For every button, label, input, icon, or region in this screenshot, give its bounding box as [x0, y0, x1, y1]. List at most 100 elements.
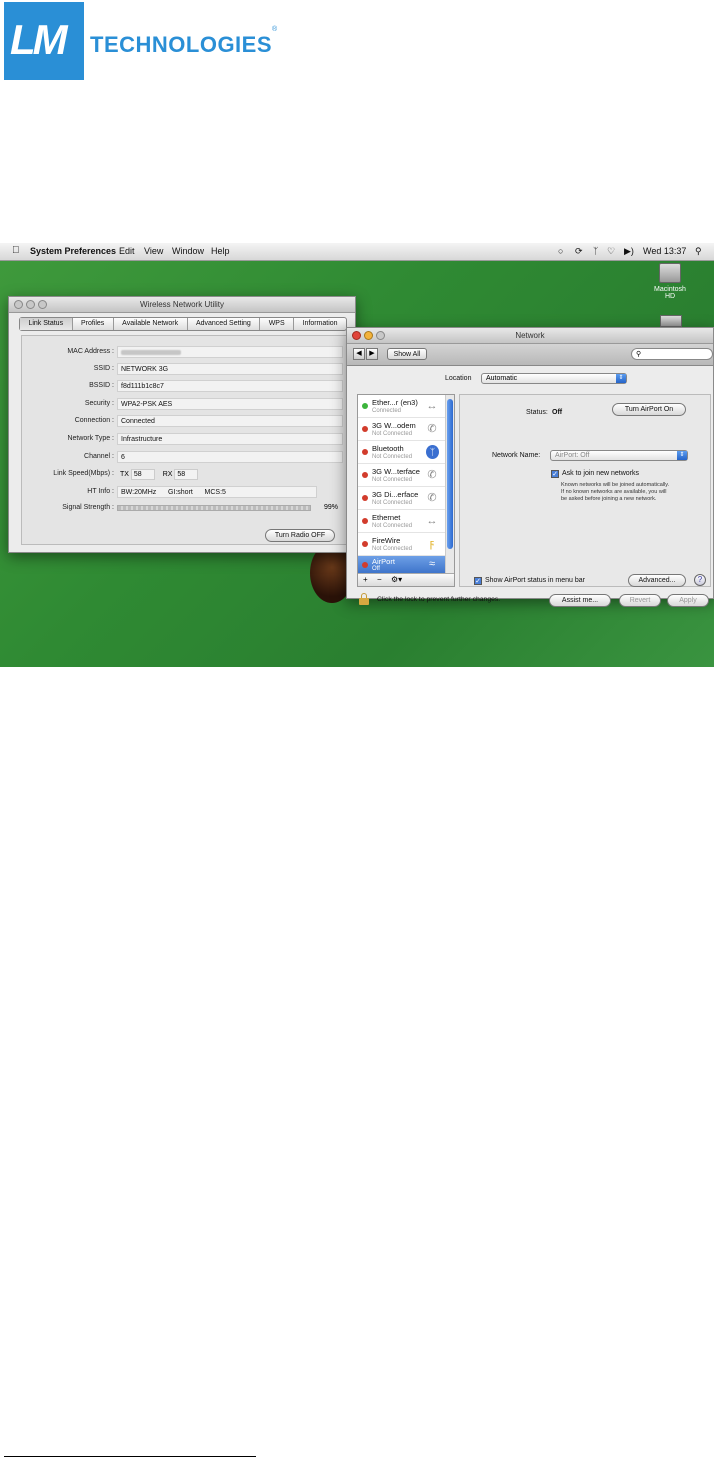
bssid-value: f8d111b1c8c7 [117, 380, 343, 392]
ask-join-note-line-3: be asked before joining a new network. [561, 496, 657, 502]
service-name: 3G Di...erface [372, 490, 419, 499]
zoom-button[interactable] [38, 300, 47, 309]
ethernet-arrows-icon: ↔ [426, 400, 438, 412]
service-list: Ether...r (en3) Connected ↔ 3G W...odem … [357, 394, 455, 587]
menu-clock[interactable]: Wed 13:37 [643, 246, 686, 256]
phone-icon: ✆ [427, 469, 437, 481]
signal-strength-bar [117, 505, 311, 511]
minimize-button[interactable] [26, 300, 35, 309]
mac-address-row: MAC Address : [22, 346, 348, 359]
network-type-value: Infrastructure [117, 433, 343, 445]
tab-information[interactable]: Information [294, 318, 346, 330]
bssid-row: BSSID : f8d111b1c8c7 [22, 380, 348, 393]
service-3g-modem[interactable]: 3G W...odem Not Connected ✆ [358, 418, 446, 441]
tab-advanced-setting[interactable]: Advanced Setting [188, 318, 261, 330]
menu-edit[interactable]: Edit [119, 246, 135, 256]
advanced-button[interactable]: Advanced... [628, 574, 686, 587]
network-preferences-window: Network ◀ ▶ Show All ⚲ Location Automati… [346, 327, 714, 607]
status-dot-red [362, 541, 368, 547]
ssid-label: SSID : [93, 365, 114, 372]
ethernet-arrows-icon: ↔ [426, 515, 438, 527]
security-value: WPA2-PSK AES [117, 398, 343, 410]
tab-wps[interactable]: WPS [260, 318, 295, 330]
bluetooth-icon: ᛉ [426, 445, 439, 459]
service-3g-interface[interactable]: 3G W...terface Not Connected ✆ [358, 464, 446, 487]
add-service-icon[interactable]: + [363, 575, 368, 584]
connection-row: Connection : Connected [22, 415, 348, 428]
spotlight-icon[interactable]: ⚲ [695, 246, 702, 257]
signal-strength-row: Signal Strength : 99% [22, 502, 348, 515]
service-ethernet-en3[interactable]: Ether...r (en3) Connected ↔ [358, 395, 446, 418]
menu-view[interactable]: View [144, 246, 163, 256]
tab-link-status[interactable]: Link Status [20, 318, 73, 330]
close-button[interactable] [352, 331, 361, 340]
service-status: Not Connected [372, 431, 413, 437]
forward-arrow-icon[interactable]: ▶ [366, 348, 378, 360]
revert-button[interactable]: Revert [619, 594, 661, 607]
link-status-panel: MAC Address : SSID : NETWORK 3G BSSID : … [21, 335, 347, 545]
ask-join-note-line-1: Known networks will be joined automatica… [561, 482, 670, 488]
service-status: Off [372, 566, 380, 572]
logo-mark: LM [4, 2, 84, 80]
service-ethernet[interactable]: Ethernet Not Connected ↔ [358, 510, 446, 533]
gear-menu-icon[interactable]: ⚙▾ [391, 575, 402, 584]
zoom-button[interactable] [376, 331, 385, 340]
network-name-select[interactable]: AirPort: Off ⇕ [550, 450, 688, 461]
time-machine-icon[interactable]: ⟳ [575, 246, 583, 257]
status-dot-red [362, 562, 368, 568]
apply-button[interactable]: Apply [667, 594, 709, 607]
bluetooth-icon[interactable]: ᛉ [593, 246, 598, 256]
wireless-network-utility-window: Wireless Network Utility Link Status Pro… [8, 296, 356, 553]
connection-value: Connected [117, 415, 343, 427]
link-speed-label: Link Speed(Mbps) : [53, 470, 114, 477]
assist-me-button[interactable]: Assist me... [549, 594, 611, 607]
show-all-button[interactable]: Show All [387, 348, 427, 360]
volume-icon[interactable]: ▶) [624, 246, 634, 257]
location-select[interactable]: Automatic ⇕ [481, 373, 627, 384]
service-name: Bluetooth [372, 444, 404, 453]
network-titlebar[interactable]: Network [347, 328, 713, 344]
close-button[interactable] [14, 300, 23, 309]
wnu-tabs: Link Status Profiles Available Network A… [19, 317, 347, 331]
network-name-value: AirPort: Off [555, 452, 590, 459]
service-airport[interactable]: AirPort Off ≈ [358, 556, 446, 574]
search-input[interactable]: ⚲ [631, 348, 713, 360]
lock-body [359, 598, 369, 605]
back-arrow-icon[interactable]: ◀ [353, 348, 365, 360]
signal-strength-label: Signal Strength : [62, 504, 114, 511]
lock-icon[interactable] [359, 593, 369, 605]
menu-bar:  System Preferences Edit View Window He… [0, 243, 714, 261]
status-label: Status: [526, 409, 548, 416]
status-dot-red [362, 495, 368, 501]
location-label: Location [445, 375, 472, 382]
service-firewire[interactable]: FireWire Not Connected ϝ [358, 533, 446, 556]
tab-available-network[interactable]: Available Network [114, 318, 188, 330]
service-bluetooth[interactable]: Bluetooth Not Connected ᛉ [358, 441, 446, 464]
ask-join-checkbox[interactable]: ✓ [551, 470, 559, 478]
minimize-button[interactable] [364, 331, 373, 340]
macintosh-hd-icon[interactable]: Macintosh HD [650, 263, 690, 300]
phone-icon: ✆ [427, 492, 437, 504]
airport-icon[interactable]: ♡ [607, 246, 615, 257]
show-airport-status-checkbox[interactable]: ✓ [474, 577, 482, 585]
wnu-titlebar[interactable]: Wireless Network Utility [9, 297, 355, 313]
apple-menu-icon[interactable]:  [12, 245, 20, 256]
menu-window[interactable]: Window [172, 246, 204, 256]
disk-label: Macintosh HD [654, 286, 686, 300]
menu-help[interactable]: Help [211, 246, 230, 256]
lm-technologies-logo: LM TECHNOLOGIES ® [4, 2, 294, 82]
network-type-row: Network Type : Infrastructure [22, 433, 348, 446]
scrollbar-thumb[interactable] [447, 399, 453, 549]
help-button[interactable]: ? [694, 574, 706, 586]
service-list-scrollbar[interactable] [445, 395, 454, 573]
status-circle-icon[interactable]: ○ [558, 246, 563, 256]
service-3g-dial-interface[interactable]: 3G Di...erface Not Connected ✆ [358, 487, 446, 510]
tab-profiles[interactable]: Profiles [73, 318, 114, 330]
turn-radio-off-button[interactable]: Turn Radio OFF [265, 529, 335, 542]
second-disk-icon[interactable] [660, 315, 682, 327]
service-name: AirPort [372, 557, 395, 566]
remove-service-icon[interactable]: − [377, 575, 382, 584]
status-dot-green [362, 403, 368, 409]
turn-airport-on-button[interactable]: Turn AirPort On [612, 403, 686, 416]
menu-system-preferences[interactable]: System Preferences [30, 246, 116, 256]
